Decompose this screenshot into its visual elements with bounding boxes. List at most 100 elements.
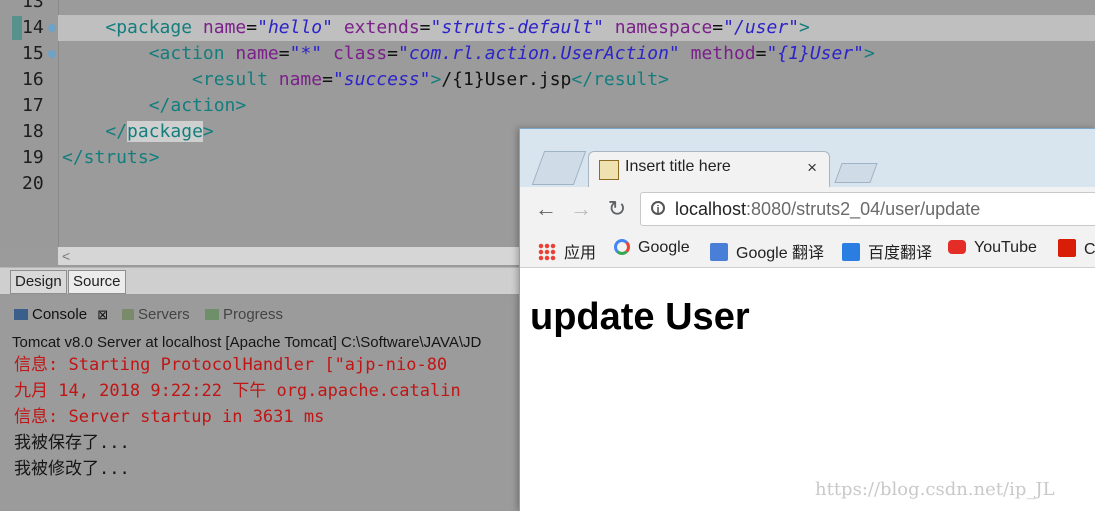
line-number: 17 [22,95,44,116]
info-icon[interactable]: i [651,201,665,216]
servers-icon [122,309,134,320]
url-text: localhost:8080/struts2_04/user/update [675,199,980,220]
close-icon[interactable]: ⊠ [97,307,108,322]
console-icon [14,309,28,320]
code-token: = [246,17,258,38]
scroll-left-icon[interactable]: < [62,247,70,265]
console-line: 信息: Starting ProtocolHandler ["ajp-nio-8… [14,355,448,375]
google-icon [614,239,630,255]
code-token: "*" [289,43,323,64]
code-line: </action> [62,93,247,119]
code-token: = [712,17,724,38]
bookmark-label: 百度翻译 [868,245,933,262]
fold-icon[interactable] [48,24,56,32]
code-token: package [127,121,203,142]
bookmark-label: YouTube [974,239,1037,256]
tab-servers[interactable]: Servers [122,303,190,327]
code-token: = [755,43,767,64]
code-token: </action> [148,95,247,116]
watermark: https://blog.csdn.net/ip_JL [815,479,1055,500]
code-token: </struts> [62,147,160,168]
servers-tab-label: Servers [138,306,190,323]
code-token: "struts-default" [430,17,604,38]
code-token: name [235,43,279,64]
code-token: "{1}User" [766,43,865,64]
code-token: > [864,43,875,64]
inactive-tab[interactable] [531,151,587,185]
code-token: "hello" [257,17,333,38]
tab-progress[interactable]: Progress [205,303,283,327]
new-tab-button[interactable] [834,163,878,183]
bookmark-label: C [1084,241,1095,258]
code-token: extends [343,17,420,38]
baidu-translate-icon [842,243,860,261]
url-host: localhost [675,199,747,219]
code-token: </result> [571,69,669,90]
page-heading: update User [530,296,750,338]
code-token: /{1}User.jsp [441,69,572,90]
bookmark-label: 应用 [564,245,597,262]
code-token: "/user" [723,17,799,38]
code-line: <action name="*" class="com.rl.action.Us… [62,41,875,67]
console-line: 我被修改了... [14,459,130,479]
code-token: namespace [614,17,713,38]
page-content: update User [520,268,1095,511]
code-token: > [202,121,214,142]
code-token: = [278,43,290,64]
change-marker [12,16,22,40]
tomcat-favicon-icon [599,160,619,180]
browser-window: Insert title here × ← → ↻ i localhost:80… [519,128,1095,511]
code-token: name [278,69,323,90]
tab-console[interactable]: Console ⊠ [14,303,108,327]
back-icon[interactable]: ← [532,195,560,223]
csdn-icon [1058,239,1076,257]
code-token: > [430,69,442,90]
google-translate-icon [710,243,728,261]
code-token: class [332,43,388,64]
line-number: 13 [22,0,44,12]
code-token: method [690,43,756,64]
browser-toolbar: ← → ↻ i localhost:8080/struts2_04/user/u… [520,187,1095,231]
tab-source[interactable]: Source [68,270,126,294]
code-token: = [322,69,333,90]
code-token: name [202,17,247,38]
code-token: <action [148,43,236,64]
code-token: = [387,43,398,64]
code-line: <package name="hello" extends="struts-de… [62,15,809,41]
line-number: 16 [22,69,44,90]
forward-icon[interactable]: → [567,195,595,223]
tab-title: Insert title here [625,158,731,175]
code-token: <package [105,17,203,38]
bookmark-csdn[interactable]: C [1058,239,1095,259]
close-tab-icon[interactable]: × [807,158,817,178]
code-token: = [419,17,431,38]
progress-icon [205,309,219,320]
bookmark-baidu-translate[interactable]: 百度翻译 [842,239,933,262]
fold-icon[interactable] [48,50,56,58]
bookmarks-bar: 应用 Google Google 翻译 百度翻译 YouTube C [520,231,1095,268]
bookmark-label: Google 翻译 [736,245,825,262]
code-line: <result name="success">/{1}User.jsp</res… [62,67,669,93]
bookmark-youtube[interactable]: YouTube [948,239,1037,259]
line-number: 20 [22,173,44,194]
line-number: 18 [22,121,44,142]
bookmark-google[interactable]: Google [614,239,690,259]
bookmark-google-translate[interactable]: Google 翻译 [710,239,825,262]
address-bar[interactable]: i localhost:8080/struts2_04/user/update [640,192,1095,226]
browser-tab-active[interactable]: Insert title here × [588,151,830,188]
bookmark-label: Google [638,239,690,256]
url-path: :8080/struts2_04/user/update [746,199,981,219]
browser-tab-bar: Insert title here × [520,129,1095,188]
code-token: <result [192,69,279,90]
code-line: </package> [62,119,214,145]
console-line: 九月 14, 2018 9:22:22 下午 org.apache.catali… [14,381,461,401]
bookmark-apps[interactable]: 应用 [538,239,597,262]
apps-grid-icon [538,243,556,261]
reload-icon[interactable]: ↻ [603,195,631,223]
tab-design[interactable]: Design [10,270,67,294]
console-line: 信息: Server startup in 3631 ms [14,407,325,427]
console-line: 我被保存了... [14,433,130,453]
